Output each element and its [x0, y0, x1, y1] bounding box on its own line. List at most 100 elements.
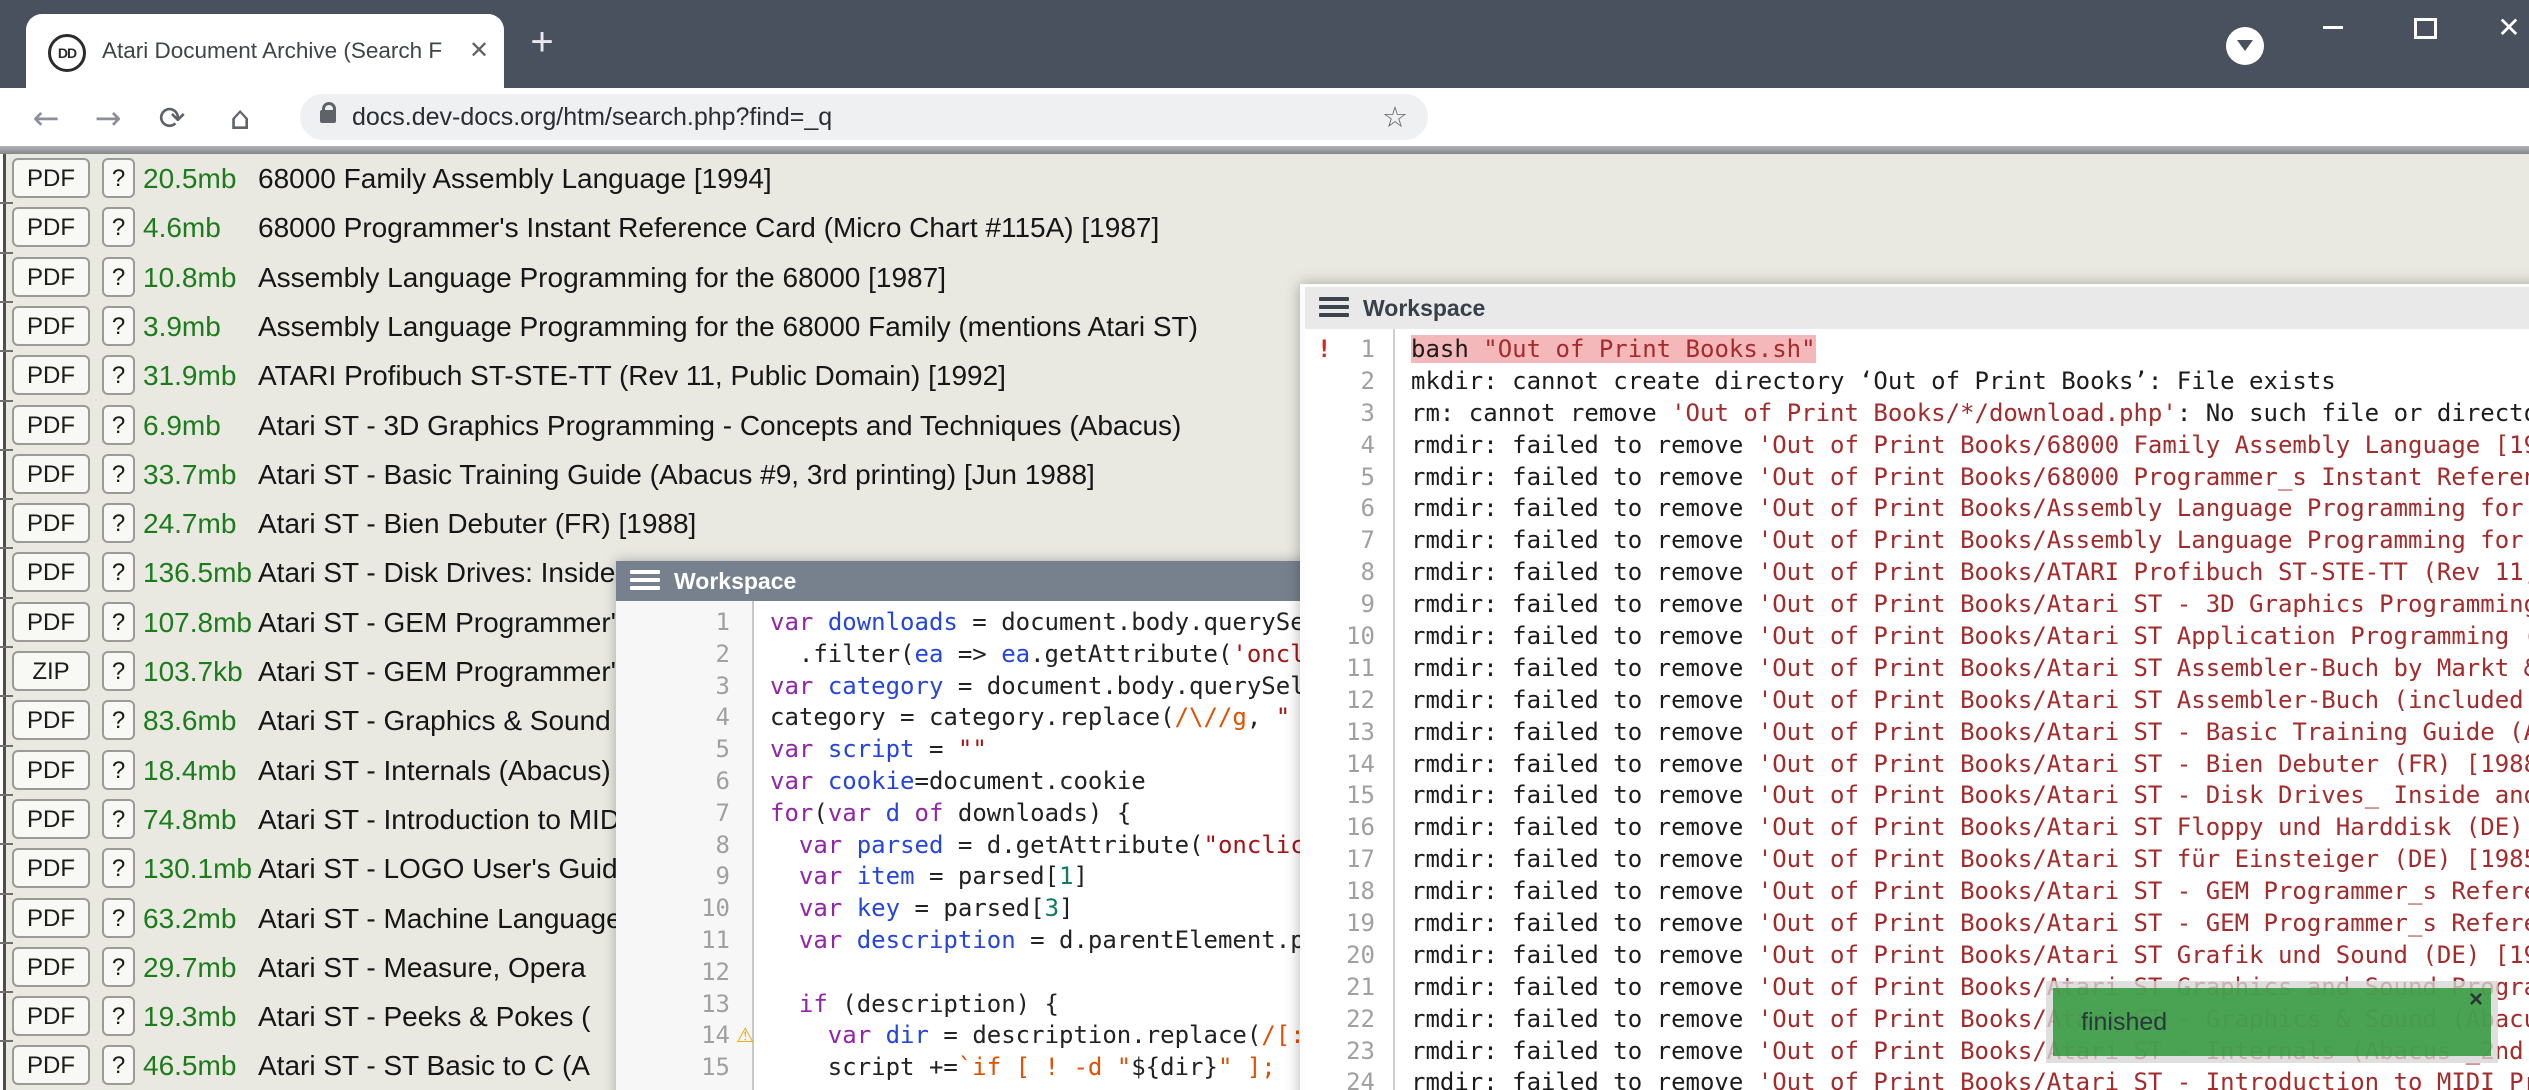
file-type-button[interactable]: PDF: [12, 602, 90, 642]
terminal-line-number-gutter: 1!23456789101112131415161718192021222324: [1305, 329, 1395, 1090]
file-type-button[interactable]: PDF: [12, 207, 90, 247]
info-question-button[interactable]: ?: [102, 996, 135, 1036]
terminal-line-number: 20: [1305, 940, 1393, 972]
tab-search-caret-icon[interactable]: [2226, 27, 2264, 65]
info-question-button[interactable]: ?: [102, 158, 135, 198]
info-question-button[interactable]: ?: [102, 306, 135, 346]
info-question-button[interactable]: ?: [102, 405, 135, 445]
info-question-button[interactable]: ?: [102, 700, 135, 740]
code-line: if (description) {: [770, 989, 1354, 1021]
doc-row: PDF?4.6mb68000 Programmer's Instant Refe…: [0, 203, 2529, 252]
terminal-line: rmdir: failed to remove 'Out of Print Bo…: [1411, 462, 2529, 494]
file-type-button[interactable]: PDF: [12, 1045, 90, 1085]
new-tab-button[interactable]: +: [520, 22, 564, 66]
bookmark-star-icon[interactable]: ☆: [1382, 101, 1414, 133]
reload-icon[interactable]: ⟳: [150, 96, 194, 140]
code-line: .filter(ea => ea.getAttribute('oncli: [770, 639, 1354, 671]
home-icon[interactable]: ⌂: [218, 96, 262, 140]
file-type-button[interactable]: PDF: [12, 799, 90, 839]
info-question-button[interactable]: ?: [102, 848, 135, 888]
file-type-button[interactable]: PDF: [12, 158, 90, 198]
file-type-button[interactable]: PDF: [12, 454, 90, 494]
terminal-line-number: 21: [1305, 972, 1393, 1004]
doc-title: Atari ST - Machine Language: [258, 894, 622, 943]
file-type-button[interactable]: PDF: [12, 503, 90, 543]
file-type-button[interactable]: PDF: [12, 552, 90, 592]
browser-tab[interactable]: DD Atari Document Archive (Search F ✕: [26, 14, 504, 88]
terminal-line: rmdir: failed to remove 'Out of Print Bo…: [1411, 876, 2529, 908]
terminal-line: rmdir: failed to remove 'Out of Print Bo…: [1411, 525, 2529, 557]
hamburger-menu-icon[interactable]: [630, 570, 660, 592]
window-maximize-button[interactable]: [2402, 8, 2448, 48]
url-bar[interactable]: docs.dev-docs.org/htm/search.php?find=_q…: [300, 94, 1428, 140]
file-type-button[interactable]: PDF: [12, 898, 90, 938]
terminal-line: rmdir: failed to remove 'Out of Print Bo…: [1411, 653, 2529, 685]
doc-size: 46.5mb: [143, 1041, 236, 1090]
row-separator: [0, 991, 13, 993]
doc-title: Assembly Language Programming for the 68…: [258, 253, 946, 302]
terminal-window-titlebar[interactable]: Workspace: [1305, 287, 2529, 329]
editor-workspace-window: Workspace 1234567891011121314⚠15 var dow…: [616, 561, 1356, 1090]
info-question-button[interactable]: ?: [102, 750, 135, 790]
forward-icon[interactable]: →: [86, 96, 130, 140]
info-question-button[interactable]: ?: [102, 552, 135, 592]
terminal-line: rmdir: failed to remove 'Out of Print Bo…: [1411, 493, 2529, 525]
tab-close-icon[interactable]: ✕: [464, 36, 494, 66]
info-question-button[interactable]: ?: [102, 799, 135, 839]
row-separator: [0, 252, 13, 254]
finished-toast: finished ×: [2046, 981, 2498, 1063]
doc-size: 6.9mb: [143, 401, 221, 450]
info-question-button[interactable]: ?: [102, 651, 135, 691]
editor-line-number: 12: [616, 957, 752, 989]
doc-row: PDF?20.5mb68000 Family Assembly Language…: [0, 154, 2529, 203]
info-question-button[interactable]: ?: [102, 207, 135, 247]
terminal-text-area[interactable]: bash "Out of Print Books.sh"mkdir: canno…: [1397, 329, 2529, 1090]
terminal-line-number: 2: [1305, 366, 1393, 398]
doc-title: Atari ST - ST Basic to C (A: [258, 1041, 590, 1090]
editor-line-number: 3: [616, 671, 752, 703]
doc-title: Atari ST - Measure, Opera: [258, 943, 586, 992]
file-type-button[interactable]: PDF: [12, 355, 90, 395]
lock-icon[interactable]: [320, 110, 336, 123]
info-question-button[interactable]: ?: [102, 503, 135, 543]
file-type-button[interactable]: PDF: [12, 700, 90, 740]
terminal-line: rmdir: failed to remove 'Out of Print Bo…: [1411, 908, 2529, 940]
info-question-button[interactable]: ?: [102, 602, 135, 642]
row-separator: [0, 1040, 13, 1042]
doc-size: 103.7kb: [143, 647, 243, 696]
info-question-button[interactable]: ?: [102, 1045, 135, 1085]
terminal-workspace-window: Workspace 1!2345678910111213141516171819…: [1300, 284, 2529, 1090]
file-type-button[interactable]: PDF: [12, 405, 90, 445]
info-question-button[interactable]: ?: [102, 898, 135, 938]
info-question-button[interactable]: ?: [102, 454, 135, 494]
info-question-button[interactable]: ?: [102, 355, 135, 395]
row-separator: [0, 893, 13, 895]
info-question-button[interactable]: ?: [102, 947, 135, 987]
file-type-button[interactable]: PDF: [12, 947, 90, 987]
hamburger-menu-icon[interactable]: [1319, 297, 1349, 319]
url-text[interactable]: docs.dev-docs.org/htm/search.php?find=_q: [352, 94, 832, 140]
file-type-button[interactable]: PDF: [12, 306, 90, 346]
doc-size: 29.7mb: [143, 943, 236, 992]
file-type-button[interactable]: PDF: [12, 257, 90, 297]
row-separator: [0, 301, 13, 303]
window-close-button[interactable]: ✕: [2486, 8, 2529, 48]
doc-size: 107.8mb: [143, 598, 252, 647]
file-type-button[interactable]: PDF: [12, 848, 90, 888]
editor-window-titlebar[interactable]: Workspace: [616, 561, 1356, 601]
code-line: var category = document.body.querySele: [770, 671, 1354, 703]
editor-code-area[interactable]: var downloads = document.body.querySel .…: [756, 601, 1354, 1090]
info-question-button[interactable]: ?: [102, 257, 135, 297]
doc-title: Atari ST - Basic Training Guide (Abacus …: [258, 450, 1095, 499]
back-icon[interactable]: ←: [24, 96, 68, 140]
terminal-output[interactable]: 1!23456789101112131415161718192021222324…: [1305, 329, 2529, 1090]
file-type-button[interactable]: ZIP: [12, 651, 90, 691]
file-type-button[interactable]: PDF: [12, 750, 90, 790]
file-type-button[interactable]: PDF: [12, 996, 90, 1036]
toolbar-divider: [0, 146, 2529, 154]
toast-close-icon[interactable]: ×: [2469, 986, 2483, 1014]
doc-size: 24.7mb: [143, 499, 236, 548]
window-minimize-button[interactable]: [2310, 8, 2356, 48]
code-editor[interactable]: 1234567891011121314⚠15 var downloads = d…: [616, 601, 1356, 1090]
terminal-line: mkdir: cannot create directory ‘Out of P…: [1411, 366, 2529, 398]
